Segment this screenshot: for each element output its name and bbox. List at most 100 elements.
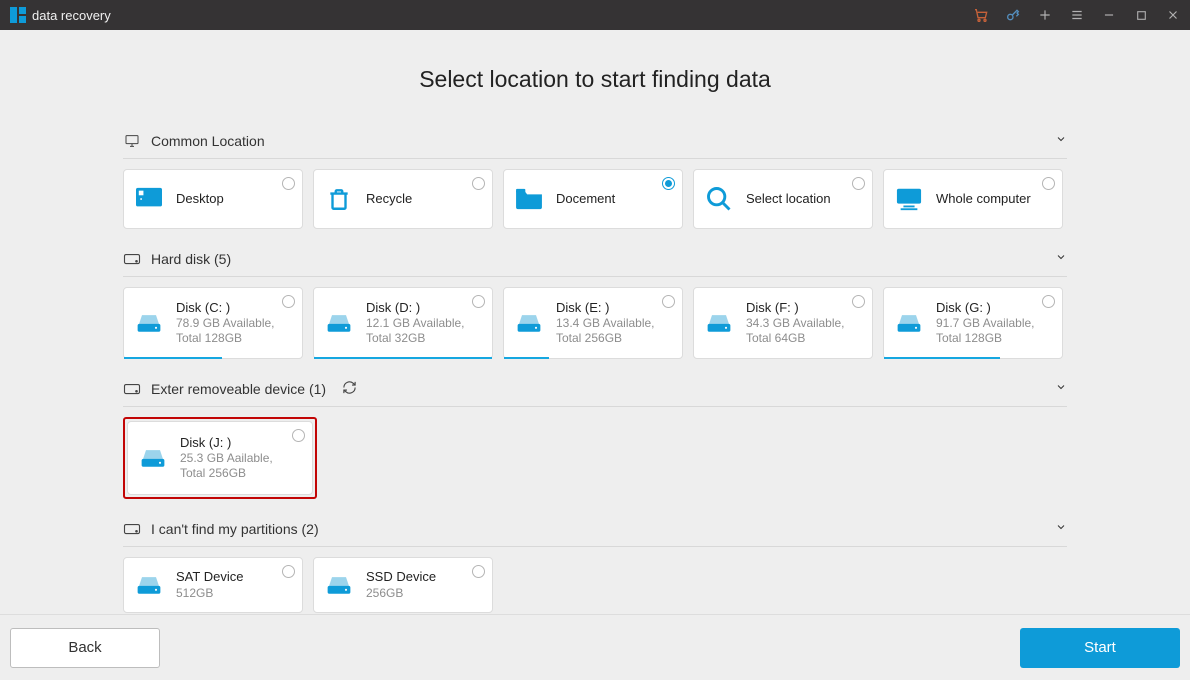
chevron-down-icon[interactable] bbox=[1055, 521, 1067, 536]
back-button[interactable]: Back bbox=[10, 628, 160, 668]
radio[interactable] bbox=[282, 565, 295, 578]
app-logo: data recovery bbox=[10, 7, 111, 23]
page-title: Select location to start finding data bbox=[0, 66, 1190, 93]
card-sub1: 12.1 GB Available, bbox=[366, 316, 465, 331]
card-label: Disk (G: ) bbox=[936, 300, 1035, 316]
card-disk-f[interactable]: Disk (F: )34.3 GB Available,Total 64GB bbox=[693, 287, 873, 359]
drive-icon bbox=[134, 308, 164, 338]
card-label: SAT Device bbox=[176, 569, 243, 585]
radio[interactable] bbox=[1042, 295, 1055, 308]
card-label: Disk (C: ) bbox=[176, 300, 275, 316]
card-sub2: Total 32GB bbox=[366, 331, 465, 346]
chevron-down-icon[interactable] bbox=[1055, 251, 1067, 266]
card-document[interactable]: Docement bbox=[503, 169, 683, 229]
removable-cards: Disk (J: )25.3 GB Aailable,Total 256GB bbox=[123, 407, 1067, 505]
card-label: Select location bbox=[746, 191, 831, 207]
card-disk-e[interactable]: Disk (E: )13.4 GB Available,Total 256GB bbox=[503, 287, 683, 359]
card-sub1: 13.4 GB Available, bbox=[556, 316, 655, 331]
card-label: Disk (E: ) bbox=[556, 300, 655, 316]
chevron-down-icon[interactable] bbox=[1055, 133, 1067, 148]
plus-icon[interactable] bbox=[1036, 6, 1054, 24]
radio[interactable] bbox=[282, 177, 295, 190]
section-header-removable[interactable]: Exter removeable device (1) bbox=[123, 371, 1067, 407]
usage-bar bbox=[314, 357, 492, 359]
app-title: data recovery bbox=[32, 8, 111, 23]
trash-icon bbox=[324, 184, 354, 214]
card-label: Recycle bbox=[366, 191, 412, 207]
radio[interactable] bbox=[292, 429, 305, 442]
menu-icon[interactable] bbox=[1068, 6, 1086, 24]
desktop-icon bbox=[134, 184, 164, 214]
card-sub2: Total 64GB bbox=[746, 331, 845, 346]
drive-icon bbox=[704, 308, 734, 338]
card-sub: 256GB bbox=[366, 586, 436, 601]
card-disk-g[interactable]: Disk (G: )91.7 GB Available,Total 128GB bbox=[883, 287, 1063, 359]
radio[interactable] bbox=[472, 177, 485, 190]
drive-icon bbox=[324, 570, 354, 600]
window-buttons bbox=[972, 6, 1182, 24]
card-label: Whole computer bbox=[936, 191, 1031, 207]
folder-icon bbox=[514, 184, 544, 214]
radio[interactable] bbox=[1042, 177, 1055, 190]
cantfind-cards: SAT Device512GB SSD Device256GB bbox=[123, 547, 1067, 614]
card-disk-d[interactable]: Disk (D: )12.1 GB Available,Total 32GB bbox=[313, 287, 493, 359]
highlighted-card: Disk (J: )25.3 GB Aailable,Total 256GB bbox=[123, 417, 317, 499]
chevron-down-icon[interactable] bbox=[1055, 381, 1067, 396]
search-icon bbox=[704, 184, 734, 214]
close-icon[interactable] bbox=[1164, 6, 1182, 24]
card-desktop[interactable]: Desktop bbox=[123, 169, 303, 229]
radio[interactable] bbox=[852, 295, 865, 308]
hard-cards: Disk (C: )78.9 GB Available,Total 128GB … bbox=[123, 277, 1067, 365]
titlebar: data recovery bbox=[0, 0, 1190, 30]
content: Select location to start finding data Co… bbox=[0, 30, 1190, 614]
section-title: I can't find my partitions (2) bbox=[151, 521, 319, 537]
card-select-location[interactable]: Select location bbox=[693, 169, 873, 229]
usage-bar bbox=[124, 357, 222, 359]
section-title: Exter removeable device (1) bbox=[151, 381, 326, 397]
section-header-cantfind[interactable]: I can't find my partitions (2) bbox=[123, 511, 1067, 547]
drive-icon bbox=[514, 308, 544, 338]
card-sat-device[interactable]: SAT Device512GB bbox=[123, 557, 303, 613]
card-ssd-device[interactable]: SSD Device256GB bbox=[313, 557, 493, 613]
common-cards: Desktop Recycle Docement Select location bbox=[123, 159, 1067, 235]
monitor-icon bbox=[123, 133, 141, 149]
card-sub2: Total 128GB bbox=[936, 331, 1035, 346]
card-sub1: 34.3 GB Available, bbox=[746, 316, 845, 331]
usage-bar bbox=[504, 357, 549, 359]
section-header-common[interactable]: Common Location bbox=[123, 123, 1067, 159]
radio[interactable] bbox=[472, 295, 485, 308]
maximize-icon[interactable] bbox=[1132, 6, 1150, 24]
radio[interactable] bbox=[472, 565, 485, 578]
radio[interactable] bbox=[852, 177, 865, 190]
disk-icon bbox=[123, 522, 141, 536]
drive-icon bbox=[324, 308, 354, 338]
section-header-hard[interactable]: Hard disk (5) bbox=[123, 241, 1067, 277]
radio[interactable] bbox=[282, 295, 295, 308]
drive-icon bbox=[134, 570, 164, 600]
start-button[interactable]: Start bbox=[1020, 628, 1180, 668]
card-sub1: 78.9 GB Available, bbox=[176, 316, 275, 331]
minimize-icon[interactable] bbox=[1100, 6, 1118, 24]
section-title: Hard disk (5) bbox=[151, 251, 231, 267]
card-label: SSD Device bbox=[366, 569, 436, 585]
card-whole-computer[interactable]: Whole computer bbox=[883, 169, 1063, 229]
usage-bar bbox=[884, 357, 1000, 359]
card-disk-j[interactable]: Disk (J: )25.3 GB Aailable,Total 256GB bbox=[127, 421, 313, 495]
radio[interactable] bbox=[662, 295, 675, 308]
card-label: Desktop bbox=[176, 191, 224, 207]
card-recycle[interactable]: Recycle bbox=[313, 169, 493, 229]
card-disk-c[interactable]: Disk (C: )78.9 GB Available,Total 128GB bbox=[123, 287, 303, 359]
card-sub: 512GB bbox=[176, 586, 243, 601]
card-sub2: Total 256GB bbox=[180, 466, 273, 481]
radio[interactable] bbox=[662, 177, 675, 190]
cart-icon[interactable] bbox=[972, 6, 990, 24]
computer-icon bbox=[894, 184, 924, 214]
card-label: Disk (D: ) bbox=[366, 300, 465, 316]
card-sub2: Total 256GB bbox=[556, 331, 655, 346]
card-sub2: Total 128GB bbox=[176, 331, 275, 346]
section-title: Common Location bbox=[151, 133, 265, 149]
bottombar: Back Start bbox=[0, 614, 1190, 680]
card-label: Docement bbox=[556, 191, 615, 207]
refresh-icon[interactable] bbox=[342, 380, 357, 398]
key-icon[interactable] bbox=[1004, 6, 1022, 24]
